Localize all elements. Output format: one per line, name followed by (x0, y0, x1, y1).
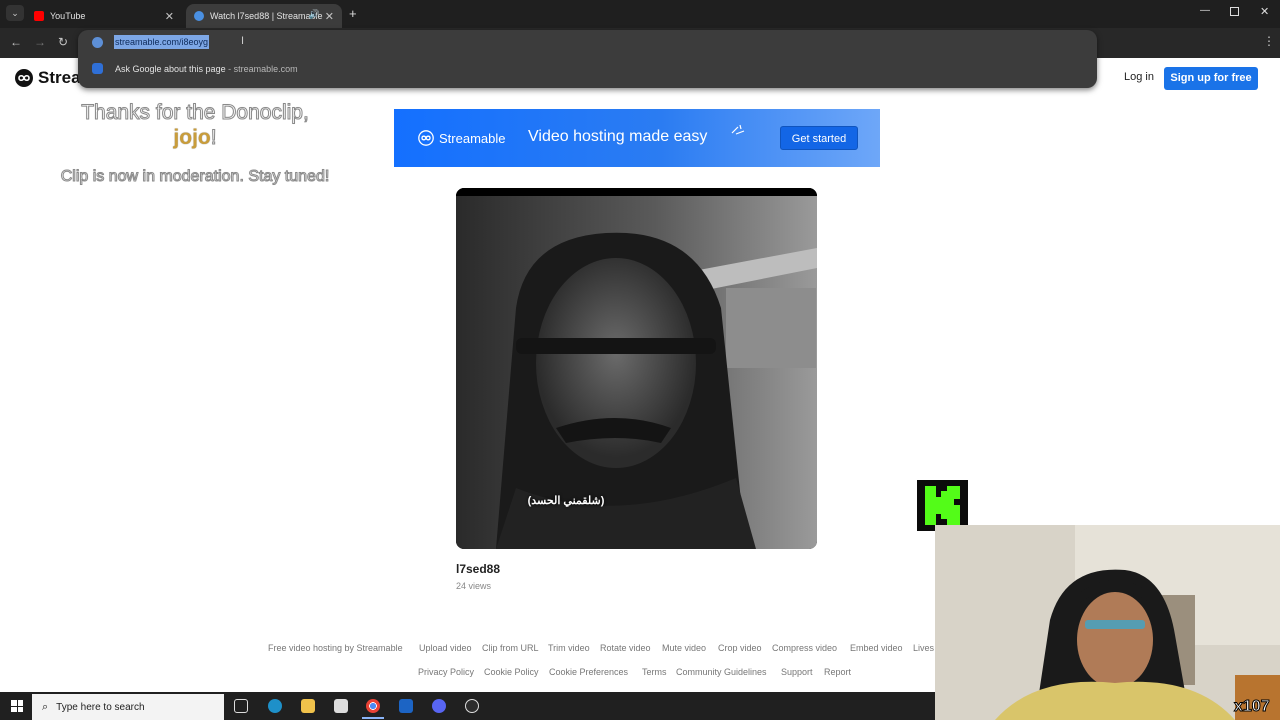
close-tab-icon[interactable]: ✕ (165, 10, 174, 23)
donor-line: jojo! (40, 126, 350, 150)
video-title: l7sed88 (456, 562, 501, 576)
chrome-icon[interactable] (366, 699, 380, 713)
edge-icon[interactable] (268, 699, 282, 713)
footer-link-hosting[interactable]: Free video hosting by Streamable (268, 643, 403, 653)
site-info-icon[interactable] (92, 37, 103, 48)
donor-name: jojo (173, 126, 211, 149)
tab-label: YouTube (50, 11, 86, 21)
new-tab-icon[interactable]: + (349, 6, 357, 21)
promo-banner[interactable]: Streamable Video hosting made easy Get s… (394, 109, 880, 167)
google-lens-icon (92, 63, 103, 74)
streamable-logo-icon (15, 69, 33, 87)
audio-playing-icon[interactable]: 🔊 (309, 9, 320, 20)
back-icon[interactable]: ← (10, 35, 22, 49)
footer-link-cookie-preferences[interactable]: Cookie Preferences (549, 667, 628, 677)
taskbar-search-box[interactable]: ⌕ Type here to search (32, 694, 224, 720)
donor-suffix: ! (210, 126, 217, 150)
omnibox-dropdown (78, 30, 1097, 88)
tab-youtube[interactable]: YouTube ✕ (26, 4, 182, 28)
footer-link-clip-url[interactable]: Clip from URL (482, 643, 539, 653)
banner-logo: Streamable (418, 130, 505, 146)
video-views: 24 views (456, 581, 492, 591)
search-icon: ⌕ (42, 700, 49, 713)
suggestion-separator: - (225, 63, 234, 74)
footer-link-compress[interactable]: Compress video (772, 643, 837, 653)
footer-link-lives[interactable]: Lives (913, 643, 934, 653)
restore-window-icon[interactable] (1230, 7, 1239, 16)
windows-start-icon[interactable] (11, 700, 23, 712)
get-started-button[interactable]: Get started (780, 126, 858, 150)
video-subtitle: (شلقمني الحسد) (527, 495, 605, 507)
menu-kebab-icon[interactable]: ⋮ (1263, 34, 1275, 48)
tab-streamable[interactable]: Watch l7sed88 | Streamable 🔊 ✕ (186, 4, 342, 28)
minimize-window-icon[interactable]: — (1200, 5, 1210, 16)
tab-label: Watch l7sed88 | Streamable (210, 11, 323, 21)
webcam-feed (935, 525, 1280, 720)
sparkle-icon (731, 124, 745, 135)
footer-link-upload[interactable]: Upload video (419, 643, 472, 653)
suggestion-label: Ask Google about this page (115, 63, 226, 74)
footer-link-embed[interactable]: Embed video (850, 643, 903, 653)
obs-icon[interactable] (465, 699, 479, 713)
login-link[interactable]: Log in (1124, 71, 1154, 83)
suggestion-domain: streamable.com (233, 63, 298, 74)
webcam-image (935, 525, 1280, 720)
file-explorer-icon[interactable] (301, 699, 315, 713)
footer-link-crop[interactable]: Crop video (718, 643, 762, 653)
search-placeholder: Type here to search (56, 701, 145, 713)
kick-logo-icon (917, 480, 968, 531)
banner-brand: Streamable (439, 130, 506, 146)
streamable-logo-icon (418, 130, 434, 146)
combo-counter: x107 (1234, 698, 1271, 716)
forward-icon[interactable]: → (34, 35, 46, 49)
footer-link-trim[interactable]: Trim video (548, 643, 590, 653)
video-player[interactable]: (شلقمني الحسد) (456, 188, 817, 549)
address-bar-input[interactable]: streamable.com/i8eoyg (114, 35, 210, 49)
microsoft-store-icon[interactable] (334, 699, 348, 713)
text-cursor-icon: I (241, 35, 245, 47)
close-window-icon[interactable]: ✕ (1260, 5, 1269, 18)
active-app-indicator (362, 717, 384, 719)
moderation-notice: Clip is now in moderation. Stay tuned! (60, 168, 330, 186)
reload-icon[interactable]: ↻ (58, 35, 68, 49)
footer-link-terms[interactable]: Terms (642, 667, 667, 677)
footer-link-report[interactable]: Report (824, 667, 851, 677)
browser-tab-strip: ⌄ YouTube ✕ Watch l7sed88 | Streamable 🔊… (0, 0, 1280, 28)
banner-tagline: Video hosting made easy (528, 128, 708, 145)
streamable-favicon-icon (194, 11, 204, 21)
signup-button[interactable]: Sign up for free (1164, 67, 1258, 90)
task-view-icon[interactable] (234, 699, 248, 713)
footer-link-privacy[interactable]: Privacy Policy (418, 667, 474, 677)
ask-google-suggestion[interactable]: Ask Google about this page - streamable.… (92, 63, 298, 74)
footer-link-rotate[interactable]: Rotate video (600, 643, 651, 653)
footer-link-support[interactable]: Support (781, 667, 813, 677)
footer-link-guidelines[interactable]: Community Guidelines (676, 667, 767, 677)
donoclip-thanks-text: Thanks for the Donoclip, (81, 101, 310, 125)
close-tab-icon[interactable]: ✕ (325, 10, 334, 23)
discord-icon[interactable] (432, 699, 446, 713)
youtube-favicon-icon (34, 11, 44, 21)
tab-search-icon[interactable]: ⌄ (6, 5, 24, 21)
footer-link-mute[interactable]: Mute video (662, 643, 706, 653)
outlook-icon[interactable] (399, 699, 413, 713)
footer-link-cookie-policy[interactable]: Cookie Policy (484, 667, 539, 677)
